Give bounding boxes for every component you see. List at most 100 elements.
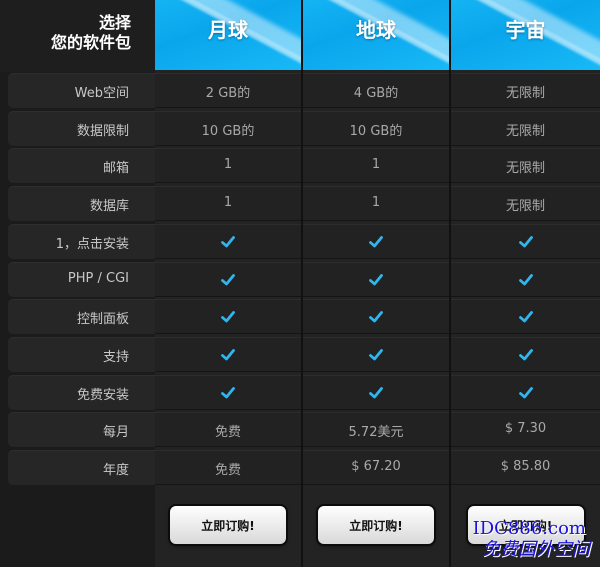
plan-name: 宇宙 [505, 18, 546, 42]
feature-value-cell: 无限制 [451, 186, 600, 222]
feature-value: 4 GB的 [353, 86, 399, 101]
feature-row: 邮箱 1 1 无限制 [0, 148, 600, 184]
feature-value-cell: 10 GB的 [303, 110, 449, 146]
feature-value-cell [155, 336, 301, 372]
check-icon [221, 235, 235, 248]
feature-value-cell [155, 374, 301, 410]
check-icon [369, 311, 383, 323]
order-area-moon: 立即订购! [155, 490, 301, 567]
feature-value-cell [451, 261, 600, 297]
feature-row: Web空间 2 GB的 4 GB的 无限制 [0, 73, 600, 109]
order-area-earth: 立即订购! [303, 490, 449, 567]
check-icon [518, 348, 533, 361]
feature-value-cell [303, 261, 449, 297]
feature-label: 控制面板 [76, 312, 129, 328]
feature-label: 免费安装 [76, 387, 129, 403]
check-icon [518, 386, 533, 398]
feature-value: $ 85.80 [500, 459, 551, 474]
feature-value-cell [451, 223, 600, 259]
plan-name: 地球 [356, 18, 396, 42]
feature-label: Web空间 [74, 86, 129, 101]
feature-value-cell: 4 GB的 [303, 73, 449, 108]
feature-value: 1 [223, 195, 233, 211]
check-icon [518, 273, 533, 285]
feature-value-cell: 1 [155, 186, 301, 222]
feature-row: 年度 免费 $ 67.20 $ 85.80 [0, 450, 600, 486]
feature-value-cell: 无限制 [451, 148, 600, 184]
feature-label-cell: 控制面板 [8, 299, 155, 335]
order-button-earth[interactable]: 立即订购! [318, 506, 434, 544]
feature-label: 邮箱 [102, 161, 129, 177]
feature-label-cell: PHP / CGI [8, 261, 155, 297]
plan-header-earth: 地球 [303, 0, 449, 70]
pricing-table: 选择 您的软件包 月球 地球 宇宙 Web空间 2 GB的 4 GB的 无限制 数据限制… [0, 0, 600, 567]
feature-value-cell: 无限制 [451, 73, 600, 108]
feature-value-cell: 10 GB的 [155, 110, 301, 146]
plan-header-moon: 月球 [155, 0, 301, 70]
check-icon [369, 273, 383, 285]
plan-header-universe: 宇宙 [451, 0, 600, 70]
feature-value: 免费 [214, 425, 241, 441]
feature-label: 年度 [102, 463, 129, 478]
feature-value: 1 [371, 157, 381, 173]
feature-value-cell [451, 299, 600, 335]
feature-value: 无限制 [505, 86, 545, 101]
feature-label-cell: 年度 [8, 450, 155, 485]
feature-value-cell [155, 299, 301, 335]
feature-label-cell: 数据库 [8, 186, 155, 222]
feature-row: 每月 免费 5.72美元 $ 7.30 [0, 412, 600, 448]
feature-value-cell: 无限制 [451, 110, 600, 146]
feature-value: 5.72美元 [348, 425, 404, 441]
feature-label: 数据库 [89, 199, 129, 215]
feature-row: 控制面板 [0, 299, 600, 335]
check-icon [518, 235, 533, 248]
feature-label-cell: 1，点击安装 [8, 223, 155, 259]
feature-value-cell: 1 [303, 186, 449, 222]
check-icon [221, 386, 235, 398]
feature-value: 无限制 [505, 161, 545, 177]
feature-label-cell: 数据限制 [8, 110, 155, 146]
feature-value-cell [303, 336, 449, 372]
check-icon [369, 235, 383, 248]
feature-value-cell: 免费 [155, 412, 301, 448]
order-button-label: 立即订购! [201, 519, 255, 533]
feature-row: PHP / CGI [0, 261, 600, 298]
feature-label-cell: 每月 [8, 412, 155, 448]
feature-value-cell [451, 374, 600, 410]
feature-value-cell [303, 374, 449, 410]
check-icon [221, 348, 235, 361]
check-icon [221, 311, 235, 323]
feature-value-cell [155, 223, 301, 259]
feature-row: 数据库 1 1 无限制 [0, 186, 600, 222]
feature-value: 2 GB的 [205, 86, 251, 101]
feature-label: 数据限制 [76, 123, 129, 139]
feature-label: PHP / CGI [67, 270, 129, 286]
feature-value-cell: 2 GB的 [155, 73, 301, 108]
feature-row: 1，点击安装 [0, 223, 600, 260]
feature-value: 10 GB的 [349, 123, 403, 139]
feature-value-cell: 1 [303, 148, 449, 184]
feature-value-cell [155, 261, 301, 297]
order-button-moon[interactable]: 立即订购! [170, 506, 286, 544]
feature-label: 每月 [102, 425, 129, 441]
feature-value: 无限制 [505, 123, 545, 139]
check-icon [369, 348, 383, 361]
feature-value-cell [451, 336, 600, 372]
feature-value-cell [303, 299, 449, 335]
feature-label: 支持 [102, 349, 129, 365]
feature-value-cell: 1 [155, 148, 301, 184]
order-button-label: 立即订购! [349, 519, 403, 533]
check-icon [221, 273, 235, 285]
feature-value-cell: 免费 [155, 450, 301, 485]
feature-value-cell: 5.72美元 [303, 412, 449, 448]
feature-value: 无限制 [505, 199, 545, 215]
feature-value-cell: $ 85.80 [451, 450, 600, 485]
feature-value-cell: $ 67.20 [303, 450, 449, 485]
feature-value: 免费 [214, 463, 241, 478]
column-divider [301, 0, 303, 567]
column-divider [449, 0, 451, 567]
feature-label-cell: 支持 [8, 336, 155, 372]
feature-row: 数据限制 10 GB的 10 GB的 无限制 [0, 110, 600, 147]
feature-label-cell: 邮箱 [8, 148, 155, 184]
plan-name: 月球 [208, 18, 248, 42]
